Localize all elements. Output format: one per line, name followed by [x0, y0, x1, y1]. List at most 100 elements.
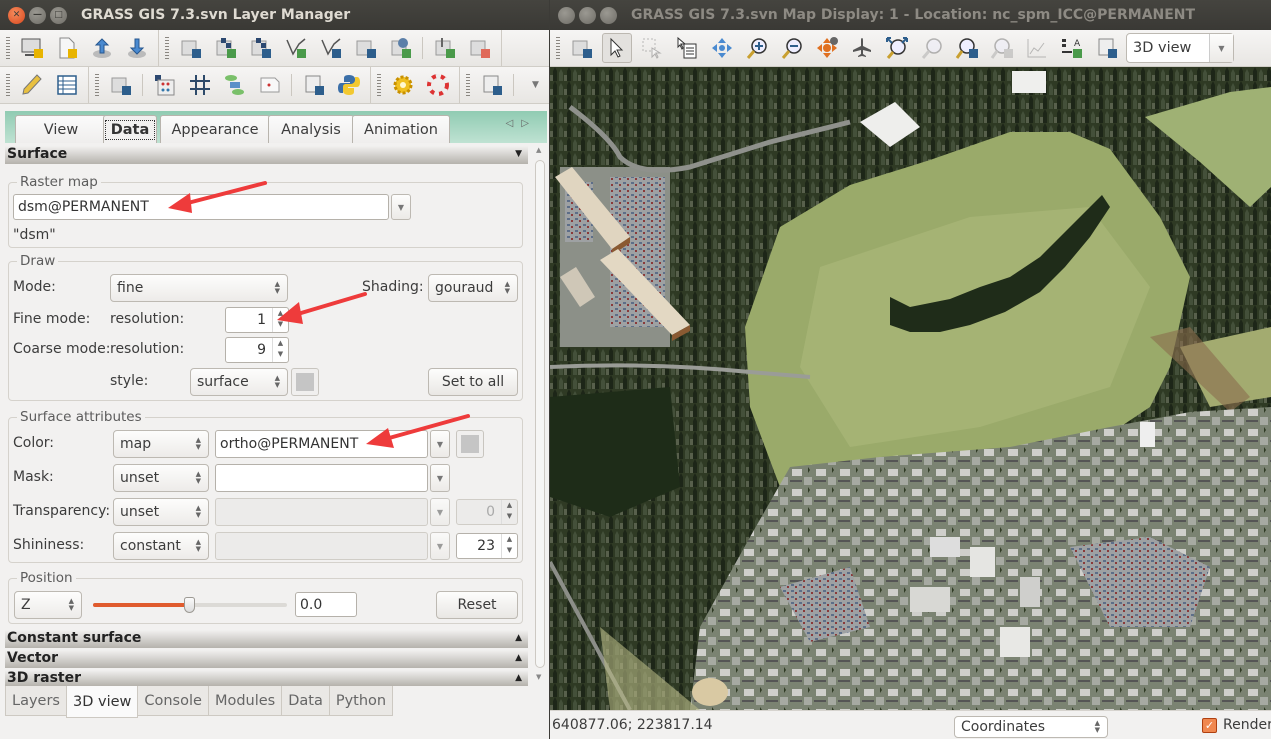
- pointer-icon[interactable]: [601, 33, 632, 63]
- mask-map-input[interactable]: [215, 464, 428, 492]
- render-checkbox[interactable]: ✓: [1202, 718, 1217, 733]
- add-overlay-icon[interactable]: [386, 33, 416, 63]
- minimize-window-button[interactable]: —: [29, 6, 46, 24]
- vector-fold-header[interactable]: Vector ▲: [5, 650, 528, 668]
- georectifier-icon[interactable]: [106, 70, 136, 100]
- spin-arrows[interactable]: ▲ ▼: [501, 534, 517, 558]
- maximize-window-button[interactable]: [600, 6, 617, 24]
- analyze-icon[interactable]: [1022, 33, 1052, 63]
- new-display-icon[interactable]: [17, 33, 47, 63]
- toolbar-grip[interactable]: [556, 37, 560, 59]
- tab-animation[interactable]: Animation: [352, 115, 450, 143]
- toolbar-grip[interactable]: [165, 37, 169, 59]
- scroll-down-icon[interactable]: ▼: [536, 673, 541, 681]
- tab-modules[interactable]: Modules: [207, 686, 283, 716]
- transparency-map-dropdown-button[interactable]: ▼: [430, 498, 450, 526]
- color-map-input[interactable]: ortho@PERMANENT: [215, 430, 428, 458]
- save-workspace-icon[interactable]: [122, 33, 152, 63]
- toolbar-grip[interactable]: [377, 74, 381, 96]
- toolbar-grip[interactable]: [95, 74, 99, 96]
- display-map-icon[interactable]: [567, 33, 597, 63]
- shininess-map-dropdown-button[interactable]: ▼: [430, 532, 450, 560]
- reset-position-button[interactable]: Reset: [436, 591, 518, 619]
- tab-data-catalog[interactable]: Data: [281, 686, 330, 716]
- add-vector-icon[interactable]: [281, 33, 311, 63]
- add-raster-misc-icon[interactable]: [246, 33, 276, 63]
- spin-arrows[interactable]: ▲ ▼: [272, 338, 288, 362]
- mode-select[interactable]: fine ▲ ▼: [110, 274, 288, 302]
- save-image-icon[interactable]: [1092, 33, 1122, 63]
- surface-color-button[interactable]: [456, 430, 484, 458]
- add-command-icon[interactable]: [430, 33, 460, 63]
- minimize-window-button[interactable]: [579, 6, 596, 24]
- position-slider[interactable]: [93, 597, 287, 613]
- constant-surface-fold-header[interactable]: Constant surface ▲: [5, 630, 528, 648]
- spin-arrows[interactable]: ▲ ▼: [501, 500, 517, 524]
- zoom-in-icon[interactable]: [742, 33, 772, 63]
- position-axis-select[interactable]: Z ▲ ▼: [14, 591, 82, 619]
- launch-script-icon[interactable]: [477, 70, 507, 100]
- raster-calculator-icon[interactable]: [150, 70, 180, 100]
- script-run-icon[interactable]: [299, 70, 329, 100]
- tab-data[interactable]: Data: [103, 115, 157, 143]
- zoom-region-icon[interactable]: [917, 33, 947, 63]
- select-icon[interactable]: [637, 33, 667, 63]
- style-select[interactable]: surface ▲ ▼: [190, 368, 288, 396]
- color-type-select[interactable]: map ▲ ▼: [113, 430, 209, 458]
- import-layers-icon[interactable]: [176, 33, 206, 63]
- vector-digitizer-icon[interactable]: [17, 70, 47, 100]
- fine-resolution-spin[interactable]: 1 ▲ ▼: [225, 307, 289, 333]
- open-workspace-icon[interactable]: [87, 33, 117, 63]
- raster-3d-fold-header[interactable]: 3D raster ▲: [5, 670, 528, 686]
- new-workspace-icon[interactable]: [52, 33, 82, 63]
- toolbar-grip[interactable]: [6, 74, 10, 96]
- tab-scroll-arrows[interactable]: ◁▷: [506, 118, 537, 129]
- tab-3d-view[interactable]: 3D view: [65, 686, 139, 718]
- scroll-up-icon[interactable]: ▲: [536, 146, 541, 154]
- shading-select[interactable]: gouraud ▲ ▼: [428, 274, 518, 302]
- add-raster-icon[interactable]: [211, 33, 241, 63]
- graphical-modeler-icon[interactable]: [220, 70, 250, 100]
- surface-fold-header[interactable]: Surface ▼: [5, 146, 528, 164]
- tab-appearance[interactable]: Appearance: [160, 115, 270, 143]
- python-icon[interactable]: [334, 70, 364, 100]
- panel-scrollbar[interactable]: ▲ ▼: [533, 146, 547, 681]
- raster-map-input[interactable]: dsm@PERMANENT: [13, 194, 389, 220]
- cartographic-composer-icon[interactable]: [255, 70, 285, 100]
- zoom-extent-icon[interactable]: [882, 33, 912, 63]
- settings-icon[interactable]: [388, 70, 418, 100]
- position-value-input[interactable]: 0.0: [295, 592, 357, 617]
- transparency-map-input[interactable]: [215, 498, 428, 526]
- pan-icon[interactable]: [707, 33, 737, 63]
- zoom-saved-icon[interactable]: [987, 33, 1017, 63]
- toolbar-grip[interactable]: [6, 37, 10, 59]
- mask-map-dropdown-button[interactable]: ▼: [430, 464, 450, 492]
- toolbar-grip[interactable]: [466, 74, 470, 96]
- tab-layers[interactable]: Layers: [5, 686, 67, 716]
- fly-through-icon[interactable]: [847, 33, 877, 63]
- grid-icon[interactable]: [185, 70, 215, 100]
- transparency-value-spin[interactable]: 0 ▲ ▼: [456, 499, 518, 525]
- close-window-button[interactable]: ✕: [8, 6, 25, 24]
- tab-console[interactable]: Console: [137, 686, 209, 716]
- map-canvas[interactable]: [550, 67, 1271, 710]
- toolbar-overflow-icon[interactable]: ▼: [521, 70, 551, 100]
- attribute-table-icon[interactable]: [52, 70, 82, 100]
- overlay-icon[interactable]: A: [1057, 33, 1087, 63]
- slider-handle[interactable]: [184, 597, 195, 613]
- scrollbar-thumb[interactable]: [535, 160, 545, 668]
- view-mode-select[interactable]: 3D view ▼: [1126, 33, 1234, 63]
- help-icon[interactable]: [423, 70, 453, 100]
- set-to-all-button[interactable]: Set to all: [428, 368, 518, 396]
- raster-map-dropdown-button[interactable]: ▼: [391, 194, 411, 220]
- close-window-button[interactable]: [558, 6, 575, 24]
- zoom-back-icon[interactable]: [812, 33, 842, 63]
- zoom-out-icon[interactable]: [777, 33, 807, 63]
- add-group-icon[interactable]: [351, 33, 381, 63]
- wire-color-button[interactable]: [291, 368, 319, 396]
- coarse-resolution-spin[interactable]: 9 ▲ ▼: [225, 337, 289, 363]
- spin-arrows[interactable]: ▲ ▼: [272, 308, 288, 332]
- query-icon[interactable]: [672, 33, 702, 63]
- color-map-dropdown-button[interactable]: ▼: [430, 430, 450, 458]
- zoom-previous-icon[interactable]: [952, 33, 982, 63]
